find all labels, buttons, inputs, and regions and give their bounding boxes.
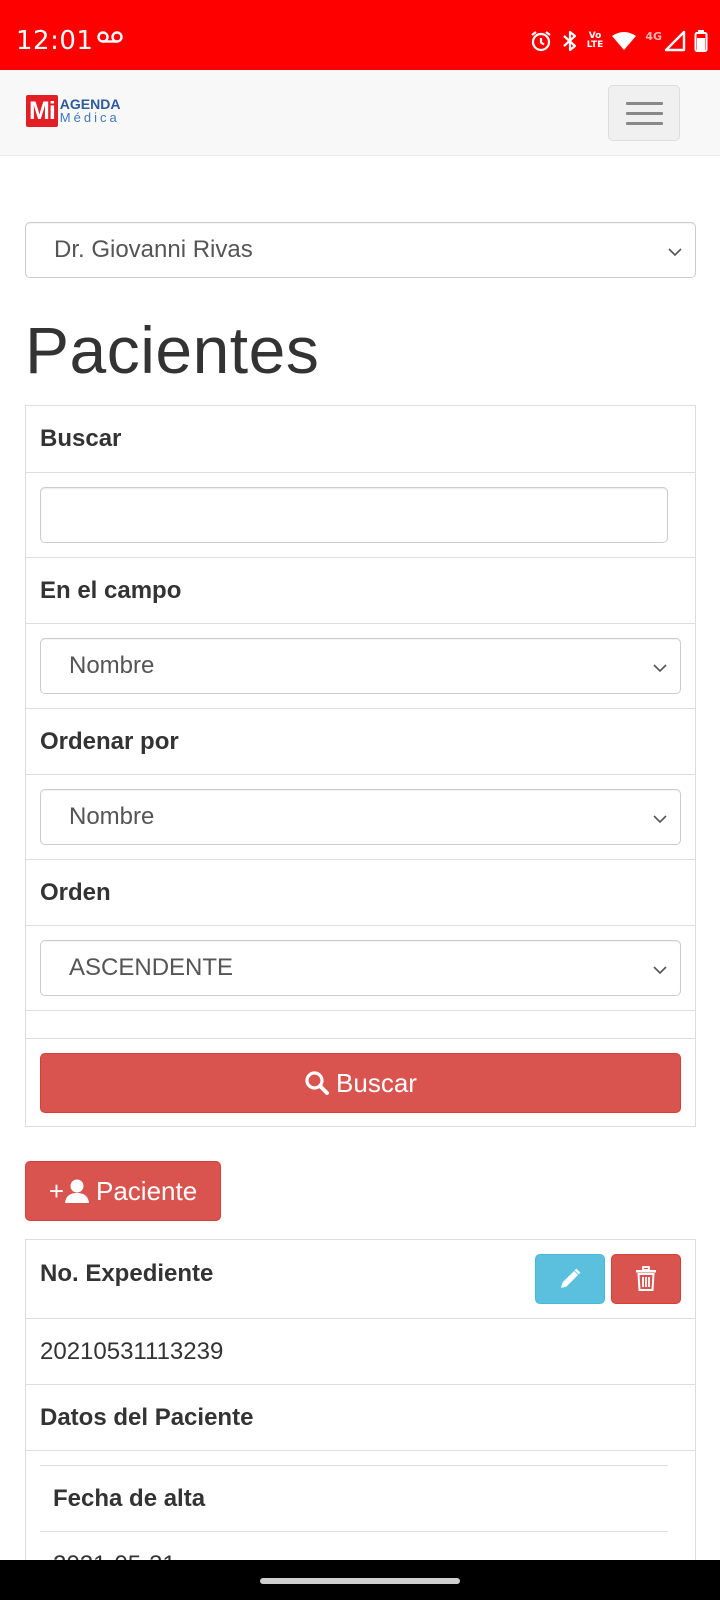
logo-mi: Mi [26,95,58,127]
pencil-icon [558,1267,582,1291]
expediente-row: 20210531113239 [26,1318,695,1384]
edit-button[interactable] [535,1254,605,1304]
menu-toggle-button[interactable] [608,85,680,141]
battery-icon [694,29,708,53]
datos-row: Datos del Paciente [26,1384,695,1450]
signal-icon [664,30,686,52]
add-prefix: + [48,1175,64,1206]
doctor-select[interactable]: Dr. Giovanni Rivas [25,222,696,278]
app-logo[interactable]: Mi AGENDA Médica [26,95,120,127]
sort-select-row: Nombre [26,774,695,859]
expediente-value: 20210531113239 [40,1338,224,1365]
record-header-row: No. Expediente [26,1240,695,1318]
order-select-value: ASCENDENTE [69,954,234,981]
page-title: Pacientes [25,313,320,387]
search-input[interactable] [40,487,668,543]
search-submit-button[interactable]: Buscar [40,1053,681,1113]
spacer-row [26,1010,695,1038]
order-select-row: ASCENDENTE [26,925,695,1010]
expediente-label: No. Expediente [40,1260,214,1287]
search-form: Buscar En el campo Nombre Ordenar por No… [25,405,696,1127]
search-icon [304,1070,330,1096]
voicemail-icon [97,30,123,49]
navbar: Mi AGENDA Médica [0,70,720,156]
logo-line1: AGENDA [59,96,121,112]
search-label: Buscar [40,425,122,452]
field-label-row: En el campo [26,557,695,623]
delete-button[interactable] [611,1254,681,1304]
sort-label-row: Ordenar por [26,708,695,774]
add-patient-label: Paciente [96,1175,198,1206]
status-bar: 12:01 Vo LTE 4G [0,0,720,70]
network-type-label: 4G [645,29,662,43]
sort-select[interactable]: Nombre [40,789,681,845]
inner-table-divider [40,1531,668,1532]
submit-row: Buscar [26,1038,695,1126]
field-label: En el campo [40,577,182,604]
sort-select-value: Nombre [69,803,155,830]
chevron-down-icon [652,803,668,831]
patient-record: No. Expediente 20210531113239 Datos del … [25,1239,696,1579]
chevron-down-icon [652,652,668,680]
alarm-icon [529,29,553,53]
field-select-value: Nombre [69,652,155,679]
volte-icon: Vo LTE [586,31,604,50]
order-label-row: Orden [26,859,695,925]
search-submit-label: Buscar [336,1067,417,1098]
search-label-row: Buscar [26,406,695,472]
user-icon [64,1178,90,1204]
wifi-icon [611,31,637,51]
datos-label: Datos del Paciente [40,1404,254,1431]
chevron-down-icon [667,236,683,264]
fecha-alta-label: Fecha de alta [53,1485,206,1512]
chevron-down-icon [652,954,668,982]
status-time: 12:01 [16,26,94,56]
inner-table-top [40,1465,668,1466]
order-label: Orden [40,879,111,906]
logo-line2: Médica [59,110,120,125]
field-select-row: Nombre [26,623,695,708]
datos-content: Fecha de alta 2021-05-31 [26,1450,695,1578]
doctor-select-value: Dr. Giovanni Rivas [54,236,253,263]
field-select[interactable]: Nombre [40,638,681,694]
order-select[interactable]: ASCENDENTE [40,940,681,996]
home-gesture-handle[interactable] [260,1578,460,1584]
system-navigation-bar [0,1560,720,1600]
search-input-row [26,472,695,557]
trash-icon [635,1266,657,1292]
bluetooth-icon [561,29,579,53]
add-patient-button[interactable]: + Paciente [25,1161,221,1221]
sort-label: Ordenar por [40,728,179,755]
